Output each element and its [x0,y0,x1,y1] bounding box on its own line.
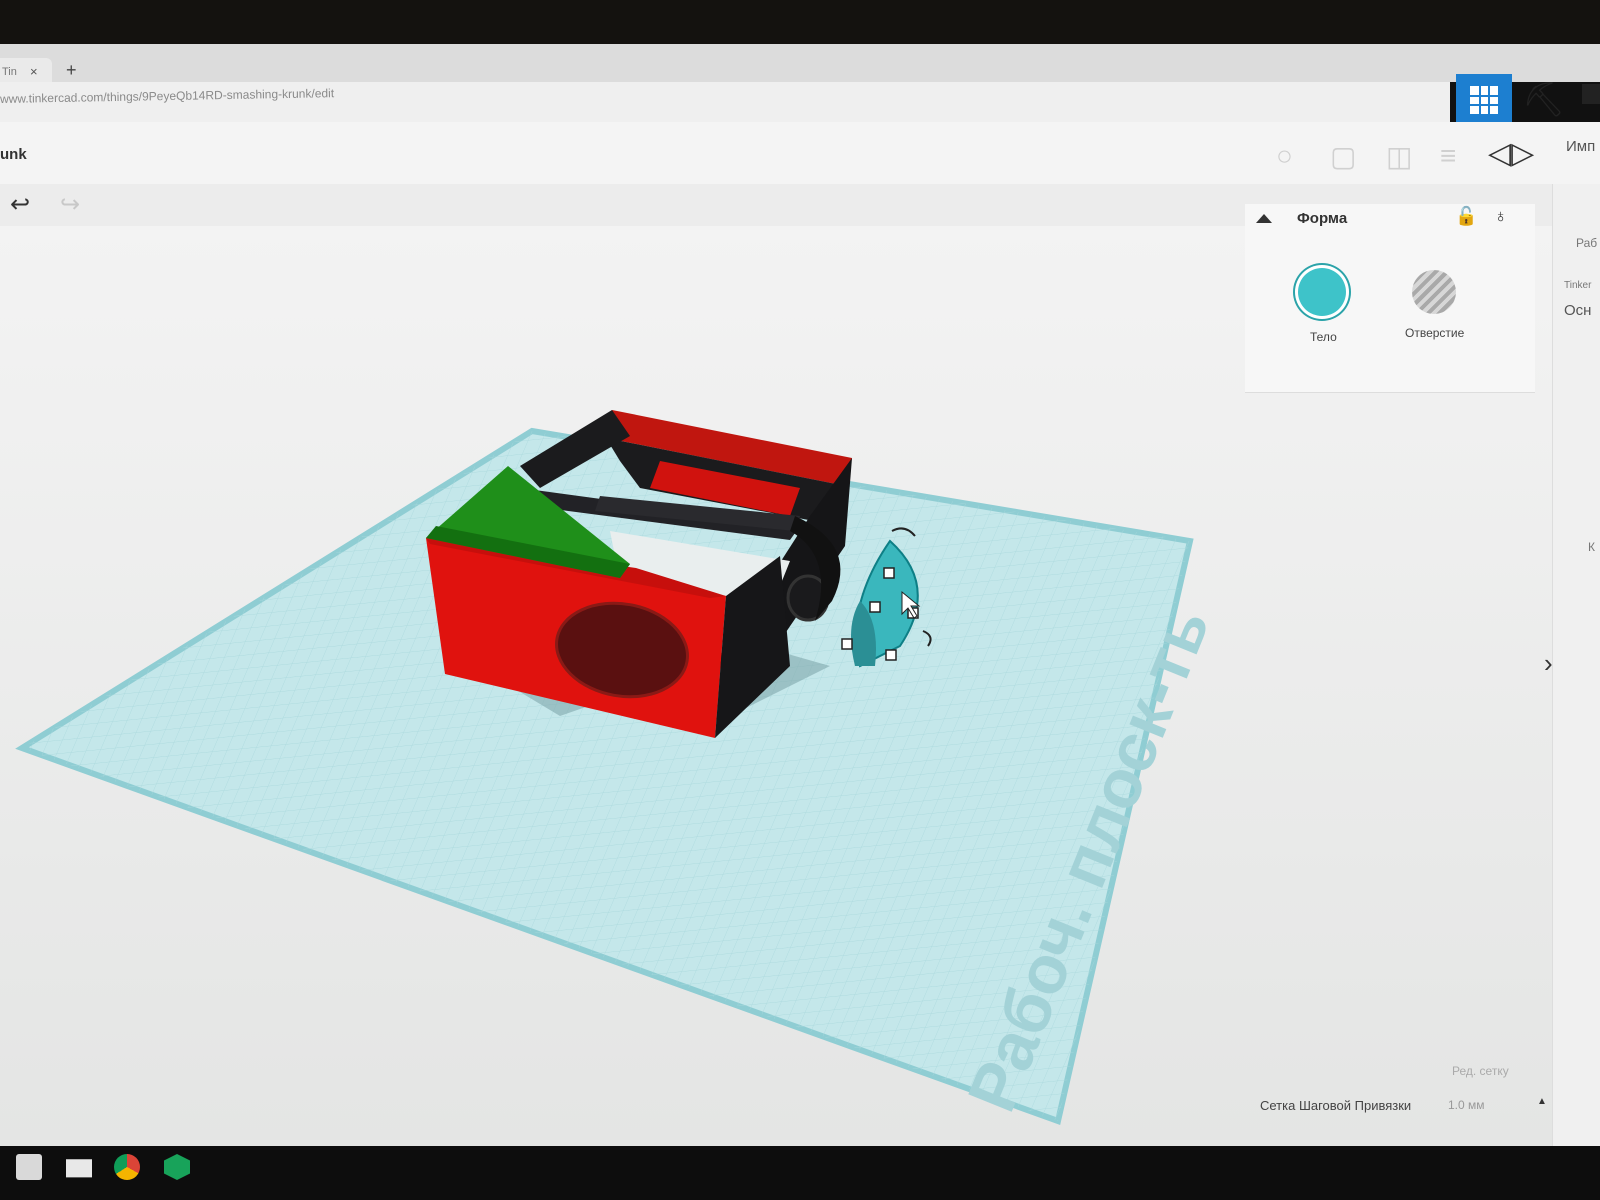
resize-handle[interactable] [883,567,895,579]
editor-header [0,122,1600,184]
blocks-icon[interactable] [1582,84,1600,104]
import-button[interactable]: Имп [1566,138,1595,155]
lock-icon[interactable]: 🔓 [1455,206,1477,227]
align-icon[interactable]: ≡ [1440,140,1456,172]
library-caption: Tinker [1564,280,1592,291]
right-sidebar [1552,184,1600,1146]
solid-label: Тело [1310,330,1337,344]
solid-color-button[interactable] [1298,268,1346,316]
note-icon[interactable]: ○ [1276,140,1293,172]
pickaxe-icon[interactable]: ⛏ [1522,80,1565,120]
undo-icon[interactable]: ↩ [10,190,30,219]
group-icon[interactable]: ▢ [1330,140,1356,173]
new-tab-icon[interactable]: + [66,60,77,81]
grid-icon [1470,86,1498,114]
mirror-icon[interactable]: ◁▷ [1488,136,1534,171]
chevron-right-icon[interactable]: › [1544,648,1553,679]
collapse-icon[interactable] [1256,214,1272,223]
workplane-tab[interactable]: Раб [1576,236,1597,250]
chrome-icon[interactable] [114,1154,140,1180]
monitor-bezel [0,0,1600,44]
hole-button[interactable] [1412,270,1456,314]
resize-handle[interactable] [869,601,881,613]
redo-icon[interactable]: ↪ [60,190,80,219]
resize-handle[interactable] [841,638,853,650]
browser-tab-bar [0,44,1600,82]
snap-grid-label: Сетка Шаговой Привязки [1260,1098,1412,1113]
grid-view-button[interactable] [1456,74,1512,126]
edge-letter: К [1588,540,1595,554]
browser-tab-title[interactable]: Tin [2,66,17,78]
tab-close-icon[interactable]: × [30,64,38,79]
library-dropdown[interactable]: Осн [1564,302,1591,319]
snap-grid-select[interactable]: 1.0 мм [1448,1098,1485,1112]
shape-inspector [1245,204,1535,393]
lightbulb-icon[interactable]: ♁ [1494,206,1508,227]
chevron-down-icon[interactable]: ▲ [1537,1096,1547,1107]
ungroup-icon[interactable]: ◫ [1386,140,1412,173]
store-icon[interactable] [16,1154,42,1180]
edit-grid-link[interactable]: Ред. сетку [1452,1064,1509,1078]
hole-label: Отверстие [1405,326,1465,340]
project-title[interactable]: unk [0,146,27,163]
inspector-title: Форма [1297,210,1348,227]
resize-handle[interactable] [885,649,897,661]
os-taskbar [0,1146,1600,1200]
